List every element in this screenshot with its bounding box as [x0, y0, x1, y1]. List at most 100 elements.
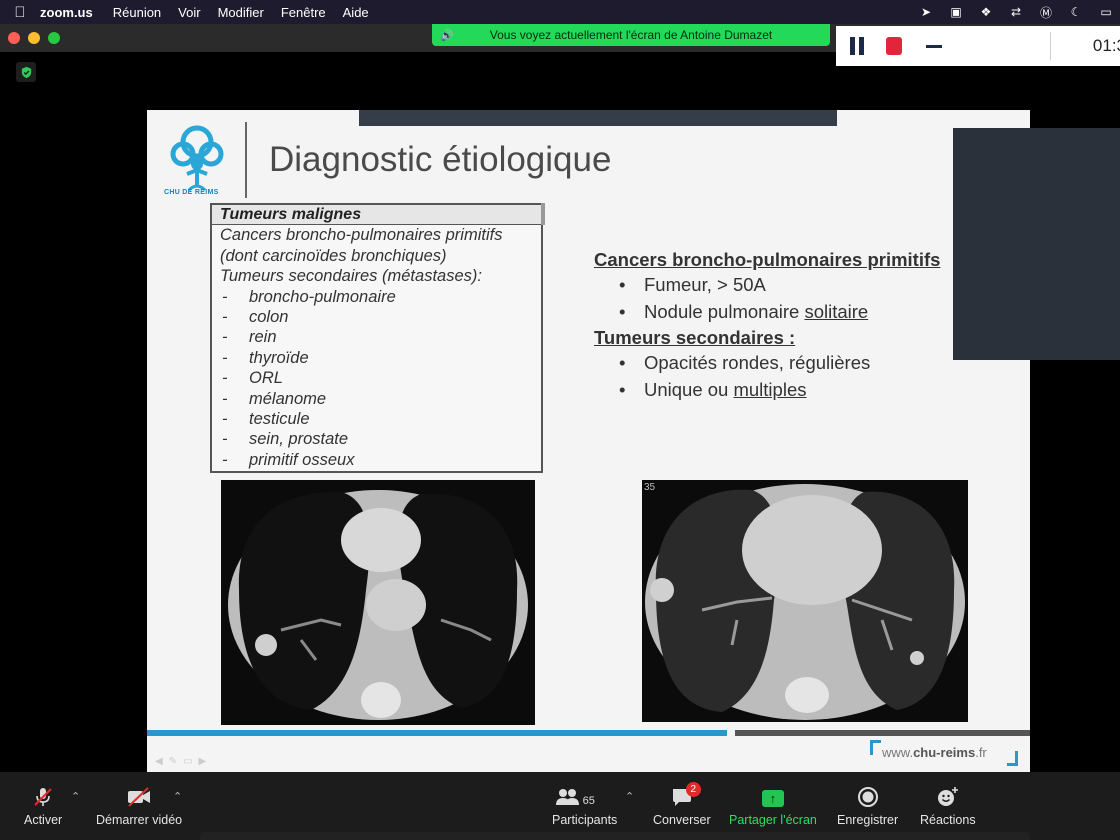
dropbox-icon[interactable]: ❖ [978, 5, 994, 19]
reactions-label: Réactions [920, 813, 976, 827]
security-shield-icon[interactable] [16, 62, 36, 82]
share-screen-label: Partager l'écran [729, 813, 817, 827]
screen-share-banner-text: Vous voyez actuellement l'écran de Antoi… [489, 28, 773, 42]
share-screen-button[interactable]: ↑ Partager l'écran [729, 786, 817, 827]
record-icon [837, 786, 898, 808]
box-line: Cancers broncho-pulmonaires primitifs [220, 226, 503, 244]
reactions-button[interactable]: Réactions [920, 786, 976, 827]
box-list-item: mélanome [212, 389, 541, 410]
reactions-icon [920, 786, 976, 808]
menu-app-name[interactable]: zoom.us [40, 5, 93, 20]
muted-mic-icon [24, 786, 62, 808]
ct-scan-image-left [221, 480, 535, 725]
participants-label: Participants [552, 813, 618, 827]
battery-icon[interactable]: ▭ [1098, 5, 1114, 19]
heading-secondary-tumours: Tumeurs secondaires : [594, 327, 796, 348]
box-list-item: sein, prostate [212, 429, 541, 450]
fullscreen-window-button[interactable] [48, 32, 60, 44]
location-icon[interactable]: ➤ [918, 5, 934, 19]
box-list-item: thyroïde [212, 348, 541, 369]
bullet-text: Nodule pulmonaire [644, 300, 805, 322]
recording-timer: 01:3 [1092, 36, 1120, 55]
box-list-item: rein [212, 327, 541, 348]
box-list-item: primitif osseux [212, 450, 541, 471]
menu-fenetre[interactable]: Fenêtre [281, 5, 326, 20]
record-button[interactable]: Enregistrer [837, 786, 898, 827]
footer-url-bold: chu-reims [913, 745, 976, 760]
minimize-window-button[interactable] [28, 32, 40, 44]
bullet-item: • Fumeur, > 50A [619, 274, 766, 295]
heading-primitive-cancers: Cancers broncho-pulmonaires primitifs [594, 249, 941, 270]
audio-options-chevron-icon[interactable]: ⌃ [71, 790, 80, 803]
record-label: Enregistrer [837, 813, 899, 827]
menu-aide[interactable]: Aide [343, 5, 369, 20]
slide-top-overlay [359, 110, 837, 126]
stop-recording-button[interactable] [886, 37, 903, 55]
bullet-underlined-text: solitaire [804, 300, 869, 322]
zoom-status-icon[interactable]: ▣ [948, 5, 964, 19]
participants-button[interactable]: 65 Participants [552, 786, 617, 827]
bullet-text: Fumeur, > 50A [644, 274, 766, 295]
recording-controls: 01:3 [836, 26, 1120, 66]
chat-label: Converser [653, 813, 711, 827]
menu-modifier[interactable]: Modifier [218, 5, 264, 20]
share-screen-icon: ↑ [729, 786, 817, 808]
bullet-item: • Opacités rondes, régulières [619, 352, 871, 373]
footer-url: www.chu-reims.fr [870, 740, 1018, 766]
participants-count: 65 [582, 795, 595, 807]
unmute-button[interactable]: Activer [24, 786, 62, 827]
apple-icon[interactable]:  [0, 4, 40, 21]
box-header: Tumeurs malignes [212, 203, 545, 225]
video-off-icon [96, 786, 182, 808]
macos-dock-edge [200, 832, 1030, 840]
speaker-icon: 🔊 [440, 29, 454, 42]
menu-reunion[interactable]: Réunion [113, 5, 161, 20]
box-line: Tumeurs secondaires (métastases): [220, 267, 482, 285]
box-list-item: colon [212, 307, 541, 328]
chu-reims-logo [170, 125, 224, 192]
footer-url-suffix: .fr [975, 745, 987, 760]
box-line: (dont carcinoïdes bronchiques) [220, 246, 447, 265]
video-options-chevron-icon[interactable]: ⌃ [173, 790, 182, 803]
menu-bar-status-icons: ➤ ▣ ❖ ⇄ Ⓜ ☾ ▭ [918, 0, 1114, 24]
bullet-underlined-text: multiples [733, 378, 807, 400]
minimize-recorder-button[interactable] [926, 44, 943, 48]
slideshow-tools[interactable]: ◀✎▭▶ [155, 756, 212, 767]
chat-unread-badge: 2 [685, 782, 701, 797]
slide-title: Diagnostic étiologique [269, 140, 612, 179]
box-list-item: ORL [212, 368, 541, 389]
footer-url-prefix: www. [882, 745, 914, 760]
participant-video-thumbnail[interactable] [953, 128, 1120, 360]
malignant-tumours-box: Tumeurs malignes Cancers broncho-pulmona… [210, 203, 545, 473]
box-list-item: broncho-pulmonaire [212, 287, 541, 308]
slide-right-column: Cancers broncho-pulmonaires primitifs • F… [594, 247, 940, 403]
teamviewer-icon[interactable]: ⇄ [1008, 5, 1024, 19]
logo-caption: CHU DE REIMS [164, 189, 219, 196]
ct-slice-label: 35 [644, 482, 656, 493]
divider [1050, 32, 1051, 60]
zoom-toolbar: Activer ⌃ Démarrer vidéo ⌃ 65 Participan… [0, 772, 1120, 840]
ct-scan-image-right: 35 [642, 480, 968, 722]
start-video-button[interactable]: Démarrer vidéo [96, 786, 182, 827]
menu-voir[interactable]: Voir [178, 5, 200, 20]
screen-share-banner[interactable]: 🔊 Vous voyez actuellement l'écran de Ant… [432, 24, 830, 46]
chat-button[interactable]: 2 Converser [653, 782, 711, 827]
macos-menu-bar:  zoom.us Réunion Voir Modifier Fenêtre … [0, 0, 1120, 24]
footer-bar-blue [147, 730, 727, 736]
footer-bar-dark [735, 730, 1030, 736]
bullet-item: • Nodule pulmonaire solitaire [619, 300, 869, 322]
participants-icon: 65 [555, 786, 615, 808]
chat-icon: 2 [671, 782, 701, 808]
dark-mode-icon[interactable]: ☾ [1068, 5, 1084, 19]
unmute-label: Activer [24, 813, 63, 827]
title-divider [245, 122, 247, 198]
close-window-button[interactable] [8, 32, 20, 44]
m-app-icon[interactable]: Ⓜ [1038, 4, 1054, 21]
bullet-text: Unique ou [644, 378, 734, 400]
start-video-label: Démarrer vidéo [96, 813, 183, 827]
box-list-item: testicule [212, 409, 541, 430]
pause-recording-button[interactable] [850, 37, 865, 55]
shared-slide: CHU DE REIMS Diagnostic étiologique Tume… [147, 110, 1030, 772]
participants-options-chevron-icon[interactable]: ⌃ [625, 790, 634, 803]
bullet-text: Opacités rondes, régulières [644, 352, 871, 373]
